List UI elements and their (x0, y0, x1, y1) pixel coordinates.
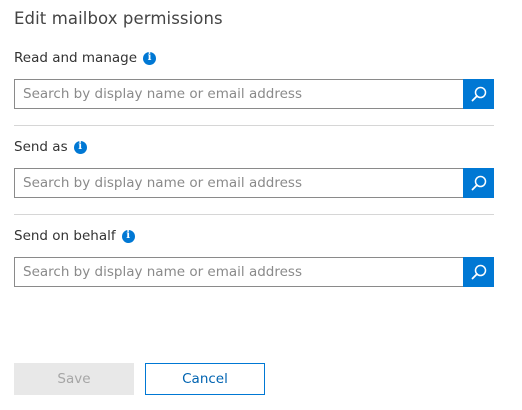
section-label: Read and manage (14, 50, 138, 66)
panel-title: Edit mailbox permissions (14, 9, 223, 28)
save-button[interactable]: Save (14, 363, 134, 395)
info-icon[interactable]: i (121, 229, 135, 243)
section-divider (14, 125, 494, 126)
search-icon (471, 264, 486, 280)
section-label: Send on behalf (14, 228, 116, 244)
section-divider (14, 214, 494, 215)
section-label: Send as (14, 139, 68, 155)
section-send-as: Send as i (14, 137, 494, 198)
cancel-button[interactable]: Cancel (145, 363, 265, 395)
search-button[interactable] (463, 168, 494, 198)
search-input[interactable] (15, 169, 463, 197)
section-send-on-behalf: Send on behalf i (14, 226, 494, 287)
info-icon[interactable]: i (143, 51, 157, 65)
search-input[interactable] (15, 80, 463, 108)
search-button[interactable] (463, 257, 494, 287)
search-icon (471, 86, 486, 102)
search-box (14, 79, 494, 109)
info-icon[interactable]: i (73, 140, 87, 154)
section-read-and-manage: Read and manage i (14, 48, 494, 109)
search-box (14, 257, 494, 287)
search-input[interactable] (15, 258, 463, 286)
search-button[interactable] (463, 79, 494, 109)
search-box (14, 168, 494, 198)
search-icon (471, 175, 486, 191)
